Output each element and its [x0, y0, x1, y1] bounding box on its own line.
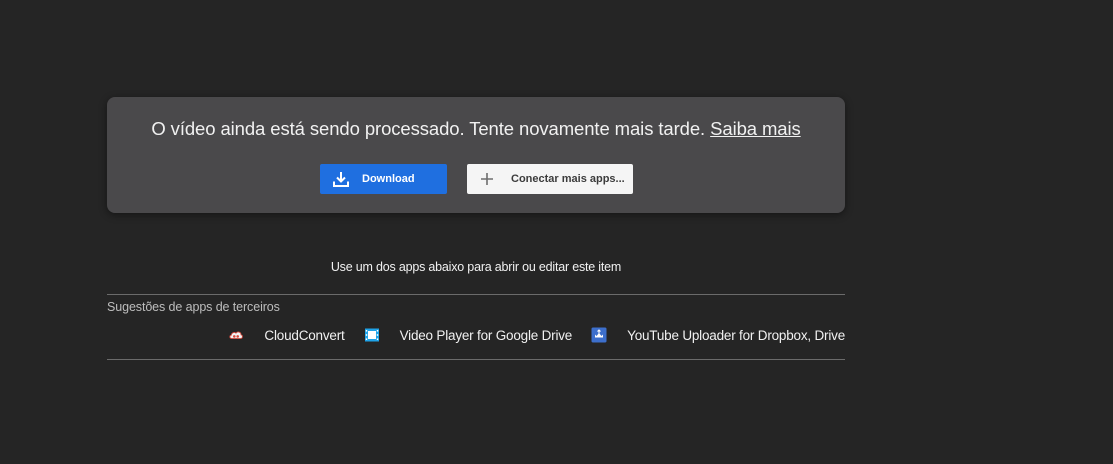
- app-item-youtube-uploader[interactable]: YouTube Uploader for Dropbox, Drive: [591, 327, 845, 343]
- connect-more-apps-label: Conectar mais apps...: [511, 173, 625, 185]
- processing-notice-card: O vídeo ainda está sendo processado. Ten…: [107, 97, 845, 213]
- youtube-uploader-icon: [591, 327, 607, 343]
- divider: [107, 294, 845, 295]
- processing-message: O vídeo ainda está sendo processado. Ten…: [151, 118, 706, 139]
- third-party-suggestions-label: Sugestões de apps de terceiros: [107, 300, 280, 314]
- plus-icon: [480, 172, 494, 186]
- open-with-heading: Use um dos apps abaixo para abrir ou edi…: [330, 260, 622, 274]
- download-icon: [332, 170, 350, 188]
- connect-more-apps-button[interactable]: Conectar mais apps...: [467, 164, 633, 194]
- download-label: Download: [362, 173, 415, 185]
- app-item-video-player[interactable]: Video Player for Google Drive: [364, 327, 573, 343]
- learn-more-link[interactable]: Saiba mais: [710, 118, 801, 139]
- download-button[interactable]: Download: [320, 164, 447, 194]
- app-name: YouTube Uploader for Dropbox, Drive: [627, 327, 845, 343]
- divider: [107, 359, 845, 360]
- app-name: CloudConvert: [264, 327, 345, 343]
- suggested-apps-list: CloudConvert Video Player for Google Dri…: [228, 326, 845, 344]
- cloudconvert-icon: [228, 327, 244, 343]
- viewer-stage: O vídeo ainda está sendo processado. Ten…: [0, 0, 1113, 464]
- video-player-icon: [364, 327, 380, 343]
- processing-notice: O vídeo ainda está sendo processado. Ten…: [107, 118, 845, 140]
- app-name: Video Player for Google Drive: [399, 327, 573, 343]
- app-item-cloudconvert[interactable]: CloudConvert: [228, 327, 345, 343]
